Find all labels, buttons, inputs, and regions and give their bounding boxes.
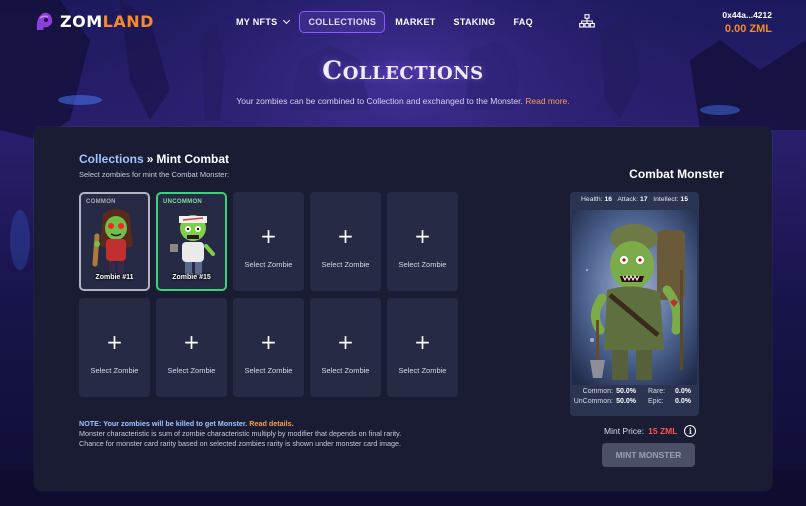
breadcrumb-current: Mint Combat — [156, 152, 230, 166]
chevron-down-icon — [283, 16, 291, 25]
zombie-portrait-15 — [170, 215, 215, 275]
note-warning: NOTE: Your zombies will be killed to get… — [79, 419, 248, 428]
common-chance: 50.0% — [616, 388, 636, 395]
plus-icon: + — [414, 330, 431, 354]
intellect-label: Intellect: — [653, 196, 679, 203]
monster-illustration — [572, 210, 697, 385]
breadcrumb-collections[interactable]: Collections — [79, 152, 144, 166]
rarity-label: COMMON — [86, 199, 116, 205]
read-more-link[interactable]: Read more. — [525, 96, 569, 106]
plus-icon: + — [260, 330, 277, 354]
nav-collections[interactable]: COLLECTIONS — [299, 11, 386, 33]
rare-chance: 0.0% — [675, 388, 691, 395]
slot-label: Select Zombie — [167, 366, 216, 375]
attack-label: Attack: — [617, 196, 639, 203]
monster-stats: Health: 16 Attack: 17 Intellect: 15 — [570, 196, 699, 203]
zombie-hand-icon — [36, 12, 53, 31]
empty-zombie-slot[interactable]: + Select Zombie — [79, 298, 150, 397]
nav-faq[interactable]: FAQ — [505, 11, 540, 33]
slot-label: Select Zombie — [244, 366, 293, 375]
breadcrumb: Collections» Mint Combat — [79, 152, 229, 166]
mint-price: Mint Price: 15 ZML i — [604, 425, 697, 437]
note-line-1: NOTE: Your zombies will be killed to get… — [79, 419, 401, 429]
intellect-value: 15 — [680, 196, 688, 203]
empty-zombie-slot[interactable]: + Select Zombie — [387, 192, 458, 291]
health-value: 16 — [604, 196, 613, 203]
rarity-chances: Common: 50.0% Rare: 0.0% UnCommon: 50.0%… — [570, 388, 699, 408]
nav-my-nfts[interactable]: MY NFTS — [228, 11, 297, 33]
wallet-address: 0x44a...4212 — [722, 10, 772, 20]
mint-price-label: Mint Price: — [604, 426, 645, 436]
info-icon[interactable]: i — [684, 425, 697, 437]
zombie-portrait-11 — [92, 209, 133, 275]
hierarchy-icon[interactable] — [579, 14, 595, 28]
rarity-row-2: UnCommon: 50.0% Epic: 0.0% — [570, 398, 699, 408]
empty-zombie-slot[interactable]: + Select Zombie — [156, 298, 227, 397]
wallet-balance: 0.00 ZML — [724, 23, 772, 35]
main-nav: MY NFTS COLLECTIONS MARKET STAKING FAQ — [228, 11, 541, 33]
rarity-label: UNCOMMON — [163, 199, 203, 205]
empty-zombie-slot[interactable]: + Select Zombie — [233, 192, 304, 291]
uncommon-label: UnCommon: — [573, 398, 613, 405]
rare-label: Rare: — [648, 388, 666, 395]
uncommon-chance: 50.0% — [616, 398, 636, 405]
slot-label: Select Zombie — [90, 366, 139, 375]
mint-panel: Collections» Mint Combat Select zombies f… — [34, 127, 772, 491]
plus-icon: + — [337, 224, 354, 248]
empty-zombie-slot[interactable]: + Select Zombie — [387, 298, 458, 397]
breadcrumb-separator: » — [146, 152, 154, 166]
epic-chance: 0.0% — [675, 398, 691, 405]
plus-icon: + — [106, 330, 123, 354]
slot-label: Select Zombie — [321, 366, 370, 375]
empty-zombie-slot[interactable]: + Select Zombie — [233, 298, 304, 397]
brand-logo[interactable]: ZOMLAND — [34, 10, 154, 32]
slot-label: Select Zombie — [398, 260, 447, 269]
slot-label: Select Zombie — [321, 260, 370, 269]
nav-staking[interactable]: STAKING — [446, 11, 504, 33]
mint-monster-button[interactable]: MINT MONSTER — [602, 443, 695, 467]
plus-icon: + — [260, 224, 277, 248]
mint-price-value: 15 ZML — [648, 426, 678, 436]
rarity-row-1: Common: 50.0% Rare: 0.0% — [570, 388, 699, 398]
slot-label: Select Zombie — [398, 366, 447, 375]
mint-note: NOTE: Your zombies will be killed to get… — [79, 419, 401, 449]
top-bar: ZOMLAND MY NFTS COLLECTIONS MARKET STAKI… — [0, 0, 806, 44]
monster-title: Combat Monster — [629, 167, 724, 181]
slot-label: Select Zombie — [244, 260, 293, 269]
plus-icon: + — [337, 330, 354, 354]
plus-icon: + — [414, 224, 431, 248]
attack-value: 17 — [639, 196, 648, 203]
plus-icon: + — [183, 330, 200, 354]
nav-my-nfts-label: MY NFTS — [236, 17, 278, 27]
note-line-2: Monster characteristic is sum of zombie … — [79, 429, 402, 438]
monster-card: Health: 16 Attack: 17 Intellect: 15 Comm… — [570, 192, 699, 416]
zombie-name: Zombie #11 — [95, 274, 134, 281]
zombie-card-common[interactable]: COMMON Zombie #11 — [79, 192, 150, 291]
note-line-3: Chance for monster card rarity based on … — [79, 439, 401, 448]
read-details-link[interactable]: Read details. — [249, 419, 293, 428]
health-label: Health: — [581, 196, 603, 203]
empty-zombie-slot[interactable]: + Select Zombie — [310, 192, 381, 291]
page-subtitle: Your zombies can be combined to Collecti… — [0, 96, 806, 106]
page-subtitle-text: Your zombies can be combined to Collecti… — [236, 96, 523, 106]
nav-market[interactable]: MARKET — [387, 11, 443, 33]
epic-label: Epic: — [648, 398, 664, 405]
page-title: Collections — [322, 56, 484, 85]
zombie-card-uncommon[interactable]: UNCOMMON Zombie #15 — [156, 192, 227, 291]
brand-wordmark: ZOMLAND — [60, 11, 154, 31]
wallet-info[interactable]: 0x44a...4212 0.00 ZML — [722, 10, 772, 35]
zombie-name: Zombie #15 — [172, 274, 211, 281]
empty-zombie-slot[interactable]: + Select Zombie — [310, 298, 381, 397]
select-hint: Select zombies for mint the Combat Monst… — [79, 170, 230, 179]
common-label: Common: — [582, 388, 613, 395]
